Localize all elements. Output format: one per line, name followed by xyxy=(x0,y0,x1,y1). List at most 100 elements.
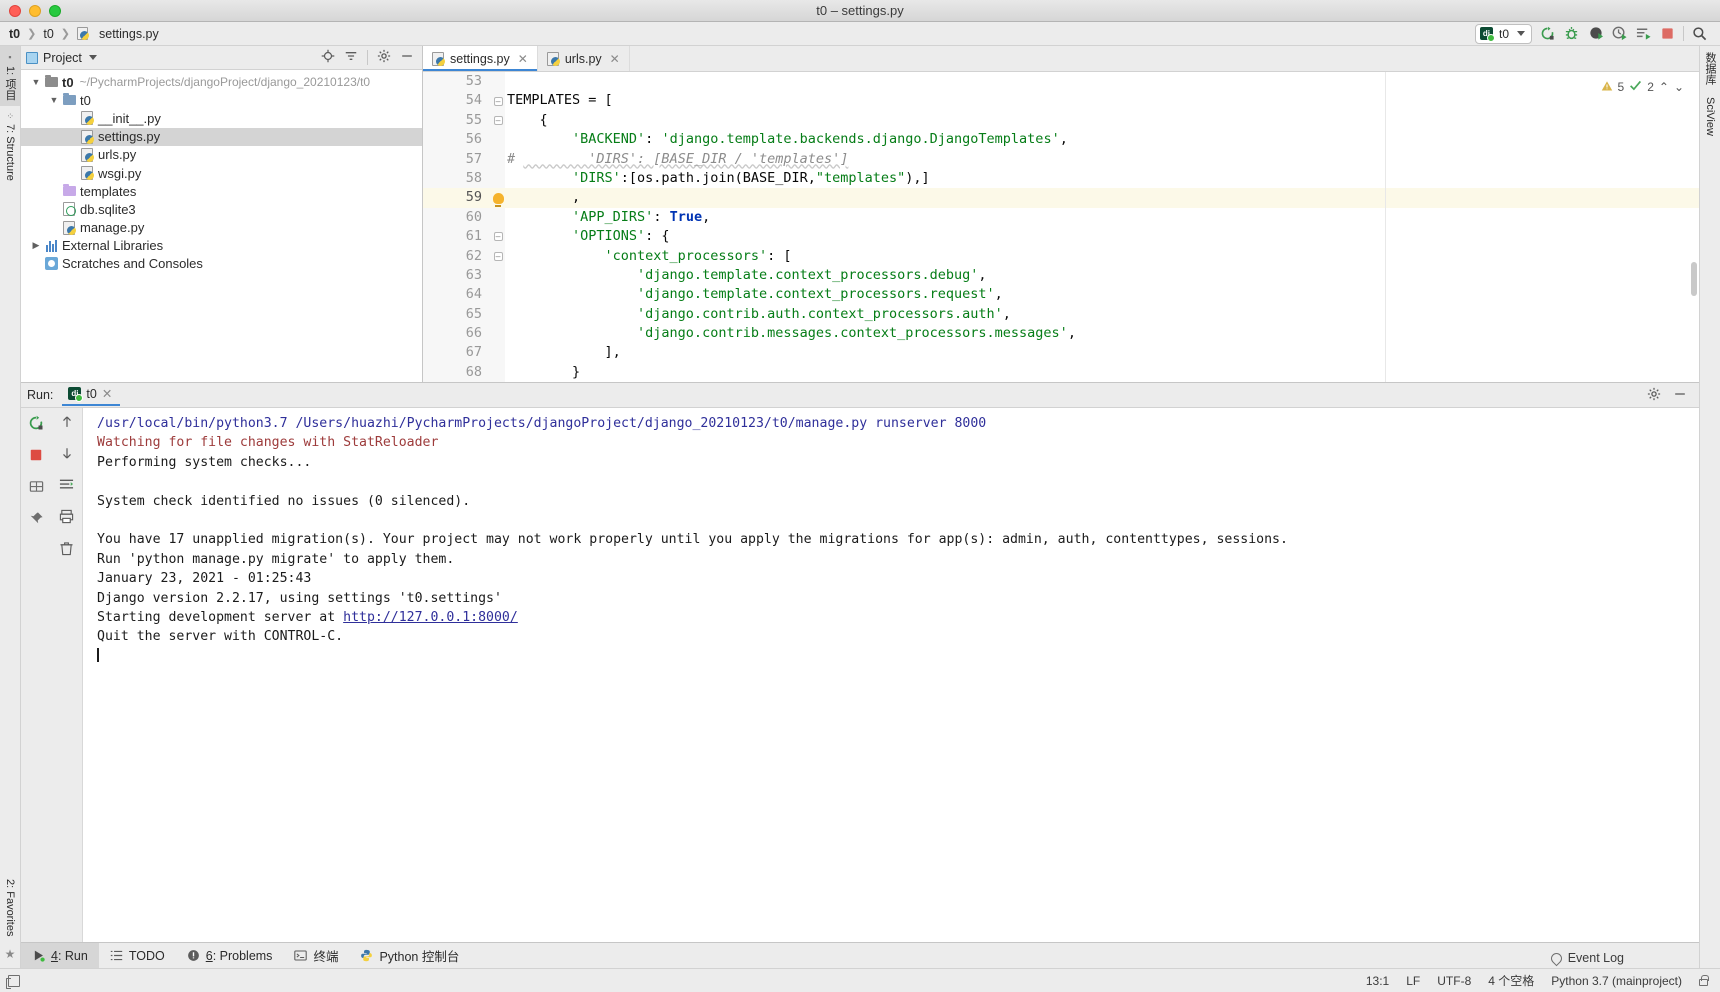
code-text[interactable]: TEMPLATES = [ { 'BACKEND': 'django.templ… xyxy=(505,72,1699,382)
editor-tab-urls-py[interactable]: urls.py ✕ xyxy=(538,46,630,71)
tree-node-db-sqlite3[interactable]: db.sqlite3 xyxy=(21,200,422,218)
sidebar-item-structure[interactable]: ⁘ 7: Structure xyxy=(2,106,18,186)
sidebar-item-database[interactable]: 数据库 xyxy=(1700,46,1720,91)
run-tests-icon[interactable] xyxy=(1635,25,1652,42)
print-icon[interactable] xyxy=(59,509,74,527)
rerun-icon[interactable] xyxy=(1539,25,1556,42)
bottom-tab-6--problems[interactable]: 6: Problems xyxy=(176,943,284,968)
code-line[interactable]: 'BACKEND': 'django.template.backends.dja… xyxy=(505,130,1699,149)
code-line[interactable]: 'django.contrib.messages.context_process… xyxy=(505,324,1699,343)
code-line[interactable]: 'django.template.context_processors.requ… xyxy=(505,285,1699,304)
tree-node-scratches-and-consoles[interactable]: Scratches and Consoles xyxy=(21,255,422,273)
close-window-button[interactable] xyxy=(9,4,21,17)
settings-gear-icon[interactable] xyxy=(1647,387,1661,404)
code-viewport[interactable]: 53 54 55 56 57 58 59 60 61 62 63 64 65 66 67 68 – – – – TE… xyxy=(423,72,1699,382)
bottom-tab-todo[interactable]: TODO xyxy=(99,943,176,968)
code-line[interactable]: 'OPTIONS': { xyxy=(505,227,1699,246)
previous-issue-icon[interactable]: ⌃ xyxy=(1659,80,1669,94)
caret-position[interactable]: 13:1 xyxy=(1366,974,1389,988)
sidebar-item-project[interactable]: ▪ 1: 项目 xyxy=(0,46,20,107)
maximize-window-button[interactable] xyxy=(49,4,61,17)
code-line[interactable]: # 'DIRS': [BASE_DIR / 'templates'] xyxy=(505,150,1699,169)
run-configuration-selector[interactable]: dj t0 xyxy=(1474,23,1532,44)
up-arrow-icon[interactable] xyxy=(60,415,74,432)
breadcrumb[interactable]: t0 ❯ t0 ❯ settings.py xyxy=(6,26,162,42)
tree-node-templates[interactable]: templates xyxy=(21,182,422,200)
code-line[interactable]: 'context_processors': [ xyxy=(505,247,1699,266)
close-icon[interactable]: ✕ xyxy=(518,52,528,66)
hide-panel-icon[interactable] xyxy=(1673,387,1687,404)
minimize-window-button[interactable] xyxy=(29,4,41,17)
bottom-tab---[interactable]: 终端 xyxy=(283,943,349,968)
code-line[interactable]: 'django.template.context_processors.debu… xyxy=(505,266,1699,285)
tree-node-manage-py[interactable]: manage.py xyxy=(21,219,422,237)
rerun-icon[interactable] xyxy=(28,415,44,434)
code-line[interactable]: TEMPLATES = [ xyxy=(505,91,1699,110)
tree-node---init---py[interactable]: __init__.py xyxy=(21,109,422,127)
window-traffic-lights[interactable] xyxy=(0,4,61,17)
chevron-down-icon[interactable]: ▼ xyxy=(29,77,43,87)
code-line[interactable]: ], xyxy=(505,343,1699,362)
chevron-right-icon[interactable]: ▶ xyxy=(29,240,43,251)
line-separator[interactable]: LF xyxy=(1406,974,1420,988)
server-url-link[interactable]: http://127.0.0.1:8000/ xyxy=(343,610,518,625)
code-line[interactable]: } xyxy=(505,363,1699,382)
fold-gutter[interactable]: – – – – xyxy=(491,72,505,382)
tree-node-t0[interactable]: ▼ t0 ~/PycharmProjects/djangoProject/djang… xyxy=(21,73,422,91)
hide-panel-icon[interactable] xyxy=(400,49,414,66)
stop-icon[interactable] xyxy=(29,448,43,465)
indent-setting[interactable]: 4 个空格 xyxy=(1488,972,1534,989)
sidebar-item-sciview[interactable]: SciView xyxy=(1702,91,1718,142)
stop-icon[interactable] xyxy=(1659,25,1676,42)
project-tree[interactable]: ▼ t0 ~/PycharmProjects/djangoProject/djang… xyxy=(21,70,422,382)
fold-marker-icon[interactable]: – xyxy=(491,91,505,110)
lock-icon[interactable] xyxy=(1699,974,1709,986)
down-arrow-icon[interactable] xyxy=(60,446,74,463)
breadcrumb-item-module[interactable]: t0 xyxy=(40,26,56,42)
collapse-all-icon[interactable] xyxy=(344,49,358,66)
editor-tab-settings-py[interactable]: settings.py ✕ xyxy=(423,46,538,71)
settings-gear-icon[interactable] xyxy=(377,49,391,66)
close-icon[interactable]: ✕ xyxy=(610,52,620,66)
tree-node-settings-py[interactable]: settings.py xyxy=(21,127,422,146)
chevron-down-icon[interactable] xyxy=(88,55,97,60)
close-icon[interactable]: ✕ xyxy=(102,386,112,401)
code-line[interactable]: 'DIRS':[os.path.join(BASE_DIR,"templates… xyxy=(505,169,1699,188)
trash-icon[interactable] xyxy=(59,541,74,559)
inspection-status-widget[interactable]: 5 2 ⌃ ⌄ xyxy=(1597,78,1687,96)
next-issue-icon[interactable]: ⌄ xyxy=(1674,80,1684,94)
code-line[interactable]: { xyxy=(505,111,1699,130)
sidebar-item-favorites[interactable]: 2: Favorites xyxy=(2,873,18,942)
code-line[interactable] xyxy=(505,72,1699,91)
event-log-button[interactable]: Event Log xyxy=(1548,950,1624,966)
print-layout-icon[interactable] xyxy=(29,479,44,497)
tree-node-urls-py[interactable]: urls.py xyxy=(21,146,422,164)
tree-node-external-libraries[interactable]: ▶ External Libraries xyxy=(21,237,422,255)
breadcrumb-item-file[interactable]: settings.py xyxy=(96,26,162,42)
layout-toggle-icon[interactable] xyxy=(6,974,20,989)
run-with-coverage-icon[interactable] xyxy=(1587,25,1604,42)
bottom-tab-python----[interactable]: Python 控制台 xyxy=(349,943,470,968)
locate-icon[interactable] xyxy=(321,49,335,66)
breadcrumb-item-project[interactable]: t0 xyxy=(6,26,23,42)
editor-scrollbar-thumb[interactable] xyxy=(1691,262,1697,296)
bottom-tab-4--run[interactable]: 4: Run xyxy=(21,943,99,968)
code-line[interactable]: , xyxy=(505,188,1699,208)
search-everywhere-icon[interactable] xyxy=(1691,25,1708,42)
profile-icon[interactable] xyxy=(1611,25,1628,42)
pin-icon[interactable] xyxy=(29,511,44,529)
soft-wrap-icon[interactable] xyxy=(59,477,74,495)
code-line[interactable]: 'APP_DIRS': True, xyxy=(505,208,1699,227)
chevron-down-icon[interactable] xyxy=(1517,31,1525,36)
fold-marker-icon[interactable]: – xyxy=(491,247,505,266)
tree-node-wsgi-py[interactable]: wsgi.py xyxy=(21,164,422,182)
code-line[interactable]: 'django.contrib.auth.context_processors.… xyxy=(505,305,1699,324)
python-interpreter[interactable]: Python 3.7 (mainproject) xyxy=(1551,974,1682,988)
fold-marker-icon[interactable]: – xyxy=(491,111,505,130)
debug-icon[interactable] xyxy=(1563,25,1580,42)
chevron-down-icon[interactable]: ▼ xyxy=(47,95,61,105)
file-encoding[interactable]: UTF-8 xyxy=(1437,974,1471,988)
tree-node-t0[interactable]: ▼ t0 xyxy=(21,91,422,109)
fold-marker-icon[interactable]: – xyxy=(491,227,505,246)
run-console-output[interactable]: /usr/local/bin/python3.7 /Users/huazhi/P… xyxy=(83,408,1699,942)
